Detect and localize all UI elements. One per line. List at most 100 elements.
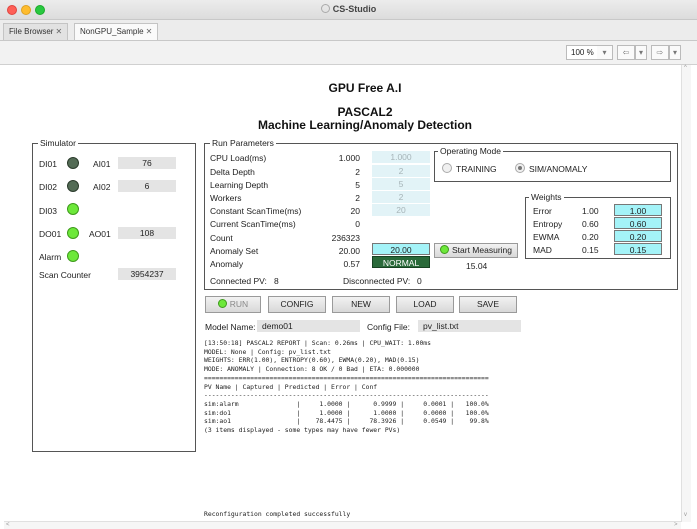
cpu-load-value: 1.000: [338, 153, 360, 163]
current-scantime-label: Current ScanTime(ms): [210, 219, 296, 229]
config-button[interactable]: CONFIG: [268, 296, 326, 313]
ao01-label: AO01: [89, 229, 111, 239]
page-title: GPU Free A.I: [328, 81, 402, 95]
status-message: Reconfiguration completed successfully: [204, 510, 351, 518]
anomaly-set-setpoint[interactable]: 20.00: [372, 243, 430, 255]
radio-sim-anomaly[interactable]: [515, 163, 525, 173]
weight-mad-setpoint[interactable]: 0.15: [614, 243, 662, 255]
alarm-led-icon: [67, 250, 79, 262]
report-output: [13:50:18] PASCAL2 REPORT | Scan: 0.26ms…: [204, 339, 489, 435]
weight-error-value: 1.00: [582, 206, 599, 216]
save-button[interactable]: SAVE: [459, 296, 517, 313]
tab-label: File Browser: [9, 27, 54, 36]
back-history-chevron-icon[interactable]: ▾: [635, 45, 647, 60]
anomaly-label: Anomaly: [210, 259, 244, 269]
delta-depth-label: Delta Depth: [210, 167, 255, 177]
tab-nongpu-sample[interactable]: NonGPU_Sample ✕: [74, 23, 159, 40]
config-file-label: Config File:: [367, 322, 410, 332]
report-line: MODE: ANOMALY | Connection: 8 OK / 0 Bad…: [204, 365, 420, 374]
report-line: ----------------------------------------…: [204, 391, 489, 400]
report-line: MODEL: None | Config: pv_list.txt: [204, 347, 331, 356]
radio-training-label: TRAINING: [456, 164, 497, 174]
ai01-value: 76: [118, 157, 176, 169]
report-line: (3 items displayed - some types may have…: [204, 426, 401, 435]
zoom-dropdown-chevron-icon[interactable]: ▾: [597, 45, 613, 60]
constant-scantime-value: 20: [350, 206, 360, 216]
scroll-right-icon[interactable]: >: [674, 522, 678, 528]
start-measuring-label: Start Measuring: [452, 245, 512, 255]
vertical-scrollbar[interactable]: ^ v: [681, 65, 691, 522]
close-icon[interactable]: ✕: [55, 27, 62, 36]
scroll-left-icon[interactable]: <: [6, 522, 10, 528]
toolbar: 100 % ▾ ⇦ ▾ ⇨ ▾: [0, 41, 697, 65]
constant-scantime-label: Constant ScanTime(ms): [210, 206, 302, 216]
weight-entropy-label: Entropy: [533, 219, 563, 229]
tab-label: NonGPU_Sample: [80, 27, 144, 36]
workers-setpoint[interactable]: 2: [372, 191, 430, 203]
weight-error-setpoint[interactable]: 1.00: [614, 204, 662, 216]
anomaly-status-badge: NORMAL: [372, 256, 430, 268]
app-icon: [320, 4, 330, 13]
report-line: sim:do1 | 1.0000 | 1.0000 | 0.0000 | 100…: [204, 408, 489, 417]
ai02-value: 6: [118, 180, 176, 192]
weight-ewma-setpoint[interactable]: 0.20: [614, 230, 662, 242]
learning-depth-setpoint[interactable]: 5: [372, 178, 430, 190]
run-button[interactable]: RUN: [205, 296, 261, 313]
simulator-title: Simulator: [38, 138, 78, 148]
weight-error-label: Error: [533, 206, 552, 216]
weight-entropy-setpoint[interactable]: 0.60: [614, 217, 662, 229]
load-button[interactable]: LOAD: [396, 296, 454, 313]
back-arrow-icon[interactable]: ⇦: [617, 45, 635, 60]
alarm-label: Alarm: [39, 252, 62, 262]
radio-training[interactable]: [442, 163, 452, 173]
constant-scantime-setpoint[interactable]: 20: [372, 204, 430, 216]
anomaly-set-value: 20.00: [338, 246, 360, 256]
horizontal-scrollbar[interactable]: < >: [4, 521, 681, 529]
weight-entropy-value: 0.60: [582, 219, 599, 229]
page-heading: Machine Learning/Anomaly Detection: [257, 118, 473, 132]
forward-arrow-icon[interactable]: ⇨: [651, 45, 669, 60]
config-file-field[interactable]: pv_list.txt: [418, 320, 521, 332]
do01-label: DO01: [39, 229, 62, 239]
start-measuring-button[interactable]: Start Measuring: [434, 243, 518, 258]
operating-mode-title: Operating Mode: [438, 146, 503, 156]
ai01-label: AI01: [93, 159, 111, 169]
di02-label: DI02: [39, 182, 57, 192]
scan-counter-value: 3954237: [118, 268, 176, 280]
connected-pv-value: 8: [274, 276, 279, 286]
led-icon: [217, 299, 227, 308]
ai02-label: AI02: [93, 182, 111, 192]
learning-depth-label: Learning Depth: [210, 180, 269, 190]
workers-value: 2: [355, 193, 360, 203]
weight-mad-label: MAD: [533, 245, 552, 255]
model-name-field[interactable]: demo01: [257, 320, 360, 332]
count-value: 236323: [331, 233, 360, 243]
new-button[interactable]: NEW: [332, 296, 390, 313]
do01-led-icon: [67, 227, 79, 239]
disconnected-pv-label: Disconnected PV:: [343, 276, 411, 286]
scroll-down-icon[interactable]: v: [684, 512, 687, 518]
di03-label: DI03: [39, 206, 57, 216]
learning-depth-value: 5: [355, 180, 360, 190]
disconnected-pv-value: 0: [417, 276, 422, 286]
run-label: RUN: [229, 299, 249, 309]
report-line: PV Name | Captured | Predicted | Error |…: [204, 382, 378, 391]
report-line: ========================================…: [204, 373, 489, 382]
measured-value: 15.04: [466, 261, 488, 271]
delta-depth-setpoint[interactable]: 2: [372, 165, 430, 177]
anomaly-value: 0.57: [343, 259, 360, 269]
scroll-up-icon[interactable]: ^: [684, 65, 687, 71]
anomaly-set-label: Anomaly Set: [210, 246, 259, 256]
tab-file-browser[interactable]: File Browser ✕: [3, 23, 69, 40]
report-line: sim:ao1 | 78.4475 | 78.3926 | 0.0549 | 9…: [204, 417, 489, 426]
led-icon: [440, 245, 449, 254]
run-parameters-title: Run Parameters: [210, 138, 276, 148]
cpu-load-setpoint[interactable]: 1.000: [372, 151, 430, 163]
close-icon[interactable]: ✕: [146, 27, 153, 36]
tab-bar: File Browser ✕ NonGPU_Sample ✕: [0, 20, 697, 41]
weight-ewma-label: EWMA: [533, 232, 560, 242]
model-name-label: Model Name:: [205, 322, 256, 332]
forward-history-chevron-icon[interactable]: ▾: [669, 45, 681, 60]
weight-ewma-value: 0.20: [582, 232, 599, 242]
ao01-value: 108: [118, 227, 176, 239]
